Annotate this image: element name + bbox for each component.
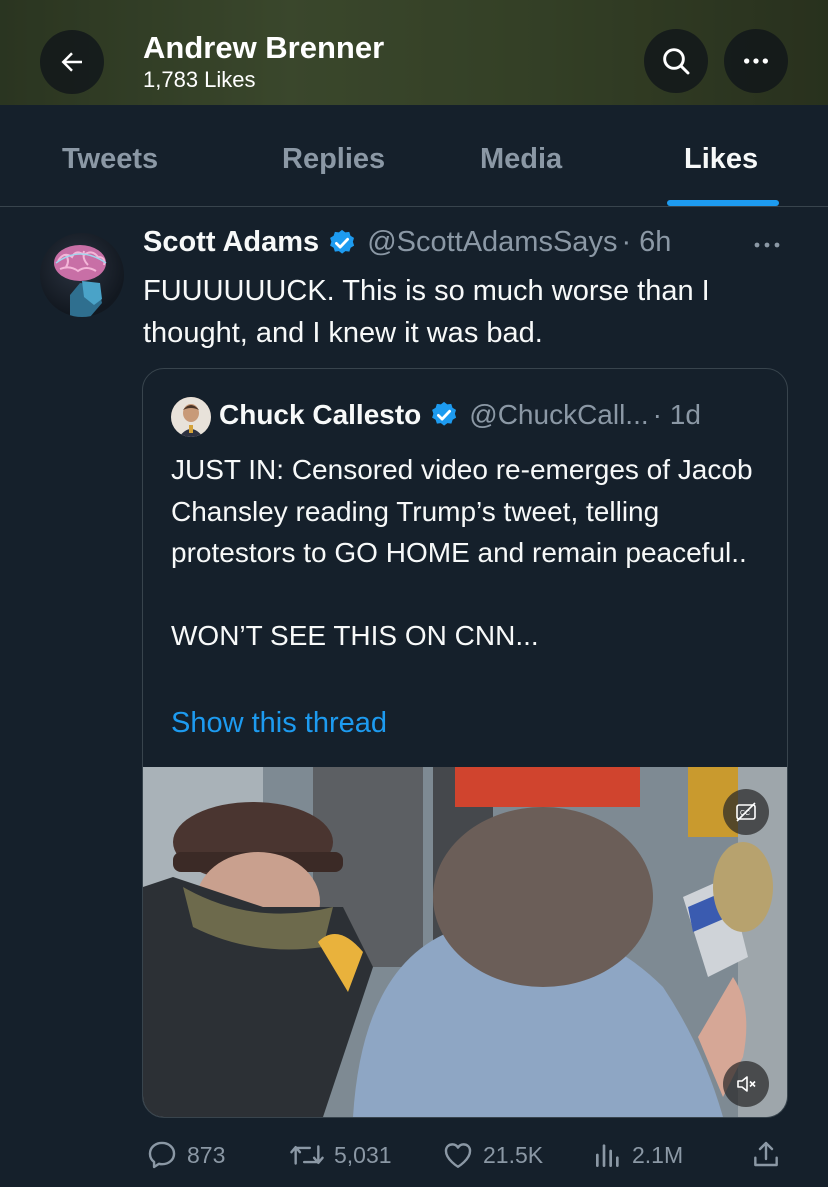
quote-author-handle[interactable]: @ChuckCall...	[469, 399, 648, 431]
tweet-time: · 6h	[621, 226, 672, 258]
reply-icon	[148, 1141, 176, 1169]
verified-badge-icon	[432, 401, 457, 426]
views-count: 2.1M	[632, 1141, 684, 1168]
captions-off-icon: CC	[736, 802, 756, 822]
captions-button[interactable]: CC	[723, 789, 769, 835]
tab-tweets[interactable]: Tweets	[62, 143, 158, 176]
mute-button[interactable]	[723, 1061, 769, 1107]
video-frame	[143, 767, 787, 1117]
search-icon	[663, 48, 690, 75]
like-button[interactable]: 21.5K	[441, 1138, 543, 1172]
quote-avatar[interactable]	[171, 397, 211, 437]
author-handle[interactable]: @ScottAdamsSays	[367, 226, 617, 259]
profile-tabs: Tweets Replies Media Likes	[0, 105, 828, 207]
tab-replies[interactable]: Replies	[282, 143, 385, 176]
tab-likes[interactable]: Likes	[684, 143, 758, 176]
show-thread-link[interactable]: Show this thread	[171, 707, 387, 740]
tweet-more-button[interactable]	[752, 228, 782, 259]
quote-time: · 1d	[652, 399, 701, 430]
brain-head-avatar-image	[54, 245, 107, 317]
reply-count: 873	[187, 1141, 226, 1168]
retweet-count: 5,031	[334, 1141, 392, 1168]
views-button[interactable]: 2.1M	[592, 1138, 683, 1172]
likes-count: 1,783 Likes	[143, 67, 256, 92]
search-button[interactable]	[644, 29, 708, 93]
quote-text: JUST IN: Censored video re-emerges of Ja…	[171, 454, 753, 651]
share-icon	[754, 1141, 778, 1167]
more-button[interactable]	[724, 29, 788, 93]
retweet-button[interactable]: 5,031	[288, 1138, 392, 1172]
avatar[interactable]	[40, 233, 124, 317]
like-count: 21.5K	[483, 1141, 544, 1168]
profile-name: Andrew Brenner	[143, 30, 385, 65]
heart-icon	[444, 1143, 472, 1168]
retweet-icon	[290, 1145, 324, 1165]
person-avatar-image	[171, 397, 211, 437]
share-button[interactable]	[750, 1138, 790, 1172]
video-player[interactable]: CC	[143, 767, 787, 1117]
back-button[interactable]	[40, 30, 104, 94]
active-tab-indicator	[667, 200, 779, 206]
tweet-author[interactable]: Scott Adams @ScottAdamsSays · 6h	[143, 226, 671, 259]
more-icon	[754, 242, 780, 248]
author-name[interactable]: Scott Adams	[143, 226, 319, 259]
tweet-text: FUUUUUUCK. This is so much worse than I …	[143, 275, 710, 349]
quote-author[interactable]: Chuck Callesto @ChuckCall... · 1d	[219, 399, 701, 431]
reply-button[interactable]: 873	[145, 1138, 225, 1172]
views-chart-icon	[596, 1144, 619, 1167]
volume-mute-icon	[737, 1076, 756, 1092]
more-icon	[744, 58, 768, 64]
tab-media[interactable]: Media	[480, 143, 562, 176]
tweet-actions: 873 5,031 21.5K 2.1M	[0, 1130, 828, 1180]
quoted-tweet[interactable]: Chuck Callesto @ChuckCall... · 1d JUST I…	[142, 368, 788, 1118]
arrow-left-icon	[61, 52, 82, 72]
quote-author-name[interactable]: Chuck Callesto	[219, 399, 421, 431]
verified-badge-icon	[330, 229, 355, 254]
